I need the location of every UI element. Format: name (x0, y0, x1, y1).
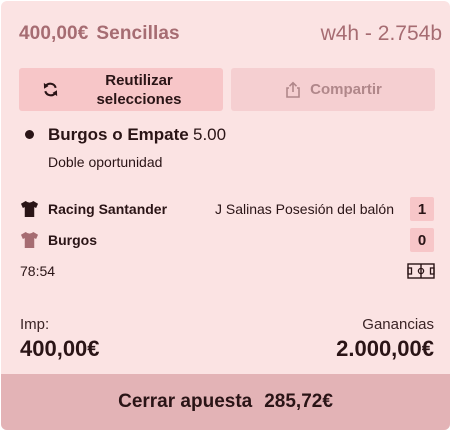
selection-bullet-icon (25, 130, 34, 139)
reuse-selections-button[interactable]: Reutilizar selecciones (19, 68, 223, 111)
cashout-button[interactable]: Cerrar apuesta 285,72€ (1, 374, 450, 430)
cashout-amount: 285,72€ (264, 391, 333, 412)
bet-slip-card: 400,00€ Sencillas w4h - 2.754b Reutilizar… (1, 1, 450, 430)
event-description: J Salinas Posesión del balón (214, 201, 394, 217)
share-icon (286, 81, 300, 98)
home-shirt-icon (20, 200, 39, 218)
match-clock: 78:54 (20, 263, 56, 279)
home-score: 1 (410, 197, 434, 221)
winnings-label: Ganancias (362, 316, 434, 333)
home-team-name: Racing Santander (48, 201, 168, 217)
selection-name: Burgos o Empate (48, 125, 189, 144)
stake-label: Imp: (20, 316, 50, 333)
away-score: 0 (410, 228, 434, 252)
header-stake: 400,00€ (19, 23, 89, 44)
reuse-selections-label: Reutilizar selecciones (96, 71, 182, 108)
winnings-value: 2.000,00€ (336, 336, 434, 361)
header-bet-type: Sencillas (96, 23, 180, 44)
pitch-icon[interactable] (407, 263, 435, 279)
bet-header-title: 400,00€ Sencillas (19, 23, 180, 45)
stake-value: 400,00€ (20, 336, 100, 361)
refresh-icon (43, 82, 58, 97)
share-button[interactable]: Compartir (231, 68, 435, 111)
selection-odds: 5.00 (193, 125, 227, 144)
away-team-name: Burgos (48, 232, 97, 248)
bet-code: w4h - 2.754b (320, 22, 442, 45)
away-shirt-icon (20, 231, 39, 249)
share-label: Compartir (310, 81, 382, 98)
cashout-label: Cerrar apuesta (118, 391, 253, 412)
selection-market: Doble oportunidad (48, 154, 163, 170)
